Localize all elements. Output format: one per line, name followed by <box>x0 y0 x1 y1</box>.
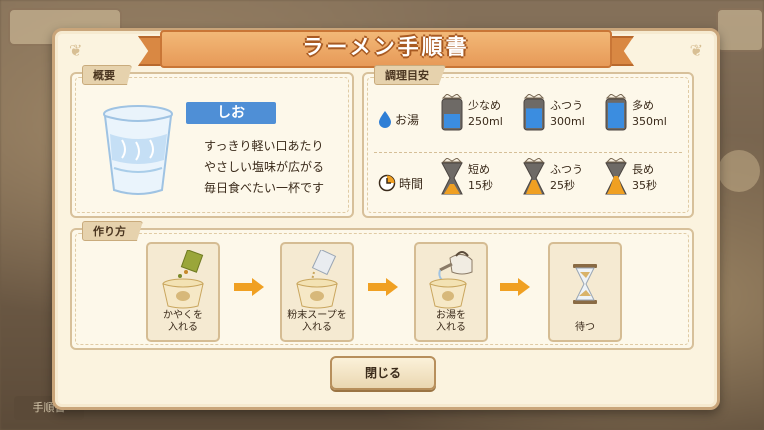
guide-divider <box>374 152 682 153</box>
hourglass-icon <box>573 264 597 304</box>
timer-gauge-icon <box>523 158 545 195</box>
dialog-title: ラーメン手順書 <box>302 35 470 59</box>
water-gauge-icon <box>523 94 545 131</box>
option-value: 25秒 <box>550 179 575 192</box>
overview-label: 概要 <box>82 65 132 85</box>
flavor-description: すっきり軽い口あたり やさしい塩味が広がる 毎日食べたい一杯です <box>204 136 324 199</box>
close-button[interactable]: 閉じる <box>330 356 436 390</box>
description-line: やさしい塩味が広がる <box>204 160 325 174</box>
cooking-guide-panel: 調理目安 お湯 時間 少なめ 250ml ふつう 300ml 多め 350ml 短め 15秒 ふ… <box>362 65 694 218</box>
menu-button <box>716 8 764 52</box>
step-add-toppings: かやくを 入れる <box>146 242 220 342</box>
water-gauge-icon <box>441 94 463 131</box>
add-soup-powder-icon <box>296 250 338 309</box>
ornament-left-icon: ❦ <box>69 41 83 60</box>
title-banner: ラーメン手順書 <box>138 30 634 68</box>
clock-icon <box>378 174 396 192</box>
arrow-right-icon <box>234 278 264 296</box>
step-caption: 粉末スープを 入れる <box>287 310 347 333</box>
description-line: すっきり軽い口あたり <box>204 139 324 153</box>
guide-label: 調理目安 <box>374 65 446 85</box>
option-name: 少なめ <box>468 99 501 112</box>
option-name: 短め <box>468 163 490 176</box>
water-gauge-icon <box>605 94 627 131</box>
howto-label: 作り方 <box>82 221 143 241</box>
step-wait: 待つ <box>548 242 622 342</box>
step-pour-hot-water: お湯を 入れる <box>414 242 488 342</box>
step-caption: 待つ <box>575 322 595 333</box>
step-caption: かやくを 入れる <box>163 310 203 333</box>
step-caption: お湯を 入れる <box>436 310 466 333</box>
paw-icon <box>718 150 760 192</box>
arrow-right-icon <box>368 278 398 296</box>
time-option-1: ふつう 25秒 <box>550 162 583 194</box>
timer-gauge-icon <box>441 158 463 195</box>
option-name: 多め <box>632 99 654 112</box>
time-option-2: 長め 35秒 <box>632 162 657 194</box>
option-value: 350ml <box>632 115 667 128</box>
ornament-right-icon: ❦ <box>689 41 703 60</box>
option-value: 15秒 <box>468 179 493 192</box>
option-value: 250ml <box>468 115 503 128</box>
water-drop-icon <box>379 111 391 128</box>
overview-panel: 概要 しお すっきり軽い口あたり やさしい塩味が広がる 毎日食べたい一杯です <box>70 65 354 218</box>
option-value: 300ml <box>550 115 585 128</box>
option-name: 長め <box>632 163 654 176</box>
timer-gauge-icon <box>605 158 627 195</box>
option-value: 35秒 <box>632 179 657 192</box>
water-option-2: 多め 350ml <box>632 98 667 130</box>
description-line: 毎日食べたい一杯です <box>204 181 325 195</box>
arrow-right-icon <box>500 278 530 296</box>
ramen-cup-icon <box>103 105 173 195</box>
how-to-make-panel: 作り方 かやくを 入れる 粉末スープを 入れる お湯を 入れる 待つ <box>70 221 694 350</box>
time-option-0: 短め 15秒 <box>468 162 493 194</box>
water-row-label: お湯 <box>378 110 419 128</box>
step-add-soup-powder: 粉末スープを 入れる <box>280 242 354 342</box>
option-name: ふつう <box>550 99 583 112</box>
water-option-1: ふつう 300ml <box>550 98 585 130</box>
option-name: ふつう <box>550 163 583 176</box>
pour-hot-water-icon <box>429 251 473 309</box>
time-row-label: 時間 <box>378 174 423 192</box>
flavor-badge: しお <box>186 102 276 124</box>
add-toppings-icon <box>162 250 204 309</box>
water-option-0: 少なめ 250ml <box>468 98 503 130</box>
